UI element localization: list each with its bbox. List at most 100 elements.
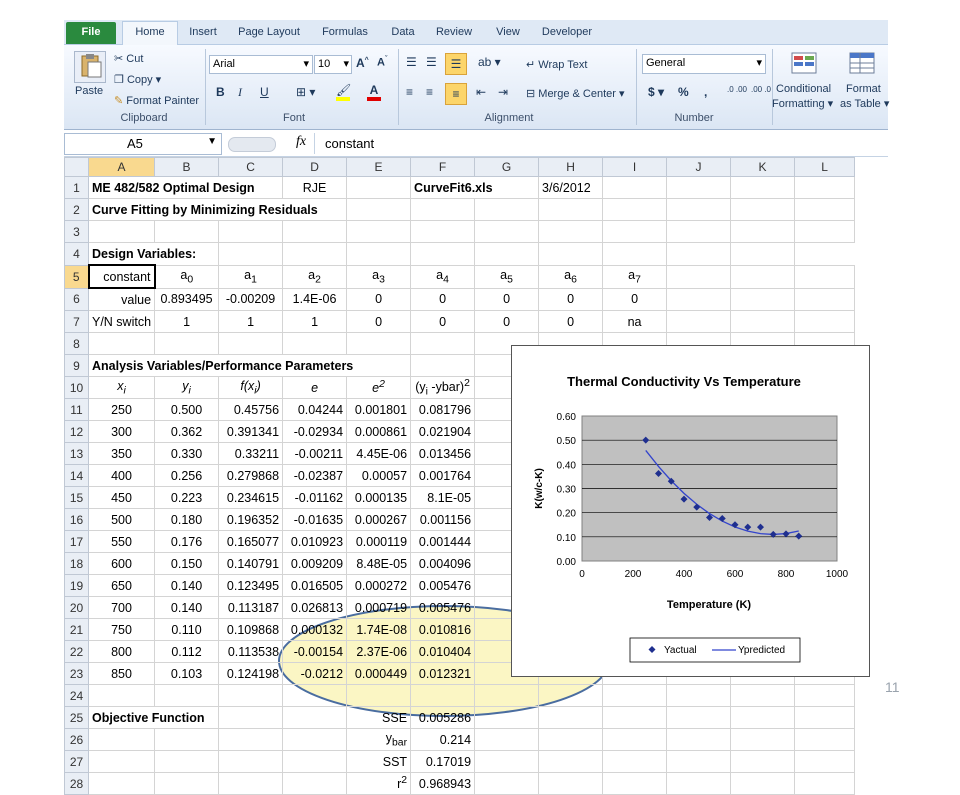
data-cell[interactable]: 0.005476 — [410, 574, 476, 597]
row-header[interactable]: 12 — [64, 420, 89, 443]
cell[interactable] — [474, 706, 540, 729]
cell[interactable] — [282, 750, 348, 773]
cell[interactable] — [410, 198, 476, 221]
cell-h6[interactable]: 0 — [538, 287, 604, 311]
cell[interactable] — [602, 176, 668, 199]
data-cell[interactable]: 0.012321 — [410, 662, 476, 685]
cell[interactable] — [87, 220, 156, 243]
row-header[interactable]: 22 — [64, 640, 89, 663]
cell-a5-selected[interactable]: constant — [87, 264, 156, 289]
cell-a9[interactable]: Analysis Variables/Performance Parameter… — [87, 354, 412, 377]
cell[interactable] — [730, 242, 796, 266]
cell[interactable] — [154, 684, 220, 707]
data-cell[interactable]: 0.010404 — [410, 640, 476, 663]
data-cell[interactable]: -0.01635 — [282, 508, 348, 531]
cell[interactable] — [794, 176, 856, 199]
data-cell[interactable]: 4.45E-06 — [346, 442, 412, 465]
data-cell[interactable]: 0.000135 — [346, 486, 412, 509]
cell-e6[interactable]: 0 — [346, 287, 412, 311]
cell-c5[interactable]: a1 — [218, 264, 284, 289]
cell[interactable] — [218, 242, 284, 266]
cell[interactable] — [538, 750, 604, 773]
cell-d10[interactable]: e — [282, 376, 348, 399]
cell-d1[interactable]: RJE — [282, 176, 348, 199]
cell[interactable] — [282, 684, 348, 707]
cell[interactable] — [282, 332, 348, 355]
cell[interactable] — [730, 176, 796, 199]
data-cell[interactable]: -0.02387 — [282, 464, 348, 487]
data-cell[interactable]: 0.391341 — [218, 420, 284, 443]
data-cell[interactable]: -0.00211 — [282, 442, 348, 465]
cell-h7[interactable]: 0 — [538, 310, 604, 333]
row-header[interactable]: 1 — [64, 176, 89, 199]
cell-f1[interactable]: CurveFit6.xls — [410, 176, 540, 199]
data-cell[interactable]: 0.010923 — [282, 530, 348, 553]
data-cell[interactable]: 0.140 — [154, 596, 220, 619]
data-cell[interactable]: 0.33211 — [218, 442, 284, 465]
cell[interactable] — [666, 287, 732, 311]
cell-f7[interactable]: 0 — [410, 310, 476, 333]
cell-d6[interactable]: 1.4E-06 — [282, 287, 348, 311]
cell[interactable] — [538, 728, 604, 751]
cell[interactable] — [794, 310, 856, 333]
cell-g5[interactable]: a5 — [474, 264, 540, 289]
data-cell[interactable]: -0.01162 — [282, 486, 348, 509]
column-header[interactable]: H — [538, 157, 604, 177]
data-cell[interactable]: 0.000719 — [346, 596, 412, 619]
cell[interactable] — [666, 750, 732, 773]
cell[interactable] — [154, 772, 220, 795]
data-cell[interactable]: 0.256 — [154, 464, 220, 487]
data-cell[interactable]: 0.009209 — [282, 552, 348, 575]
cell[interactable] — [538, 198, 604, 221]
cell-i6[interactable]: 0 — [602, 287, 668, 311]
data-cell[interactable]: 0.500 — [154, 398, 220, 421]
data-cell[interactable]: 0.362 — [154, 420, 220, 443]
data-cell[interactable]: 300 — [87, 420, 156, 443]
cell-e28[interactable]: r2 — [346, 772, 412, 795]
cell[interactable] — [218, 332, 284, 355]
row-header[interactable]: 14 — [64, 464, 89, 487]
cell-a1[interactable]: ME 482/582 Optimal Design — [87, 176, 284, 199]
cell[interactable] — [410, 242, 476, 266]
data-cell[interactable]: 500 — [87, 508, 156, 531]
row-header[interactable]: 18 — [64, 552, 89, 575]
data-cell[interactable]: 0.000272 — [346, 574, 412, 597]
cell-f26[interactable]: 0.214 — [410, 728, 476, 751]
cell[interactable] — [154, 332, 220, 355]
cell-b10[interactable]: yi — [154, 376, 220, 399]
cell[interactable] — [87, 728, 156, 751]
row-header[interactable]: 28 — [64, 772, 89, 795]
data-cell[interactable]: 600 — [87, 552, 156, 575]
row-header[interactable]: 19 — [64, 574, 89, 597]
cell-a2[interactable]: Curve Fitting by Minimizing Residuals — [87, 198, 348, 221]
data-cell[interactable]: 550 — [87, 530, 156, 553]
data-cell[interactable]: 0.004096 — [410, 552, 476, 575]
cell[interactable] — [87, 332, 156, 355]
data-cell[interactable]: 1.74E-08 — [346, 618, 412, 641]
cell[interactable] — [218, 750, 284, 773]
column-header[interactable]: A — [87, 157, 156, 177]
cell[interactable] — [474, 684, 540, 707]
data-cell[interactable]: 250 — [87, 398, 156, 421]
data-cell[interactable]: 0.196352 — [218, 508, 284, 531]
row-header[interactable]: 2 — [64, 198, 89, 221]
cell-a4[interactable]: Design Variables: — [87, 242, 220, 266]
cell-a10[interactable]: xi — [87, 376, 156, 399]
cell[interactable] — [410, 684, 476, 707]
cell[interactable] — [410, 332, 476, 355]
cell[interactable] — [218, 772, 284, 795]
cell[interactable] — [602, 750, 668, 773]
cell-e7[interactable]: 0 — [346, 310, 412, 333]
data-cell[interactable]: 0.103 — [154, 662, 220, 685]
cell[interactable] — [730, 310, 796, 333]
cell[interactable] — [218, 684, 284, 707]
data-cell[interactable]: 0.000119 — [346, 530, 412, 553]
data-cell[interactable]: 0.021904 — [410, 420, 476, 443]
cell-f25[interactable]: 0.005286 — [410, 706, 476, 729]
cell-g6[interactable]: 0 — [474, 287, 540, 311]
data-cell[interactable]: 0.001801 — [346, 398, 412, 421]
cell[interactable] — [666, 242, 732, 266]
cell[interactable] — [794, 684, 856, 707]
cell[interactable] — [730, 750, 796, 773]
cell[interactable] — [794, 220, 856, 243]
